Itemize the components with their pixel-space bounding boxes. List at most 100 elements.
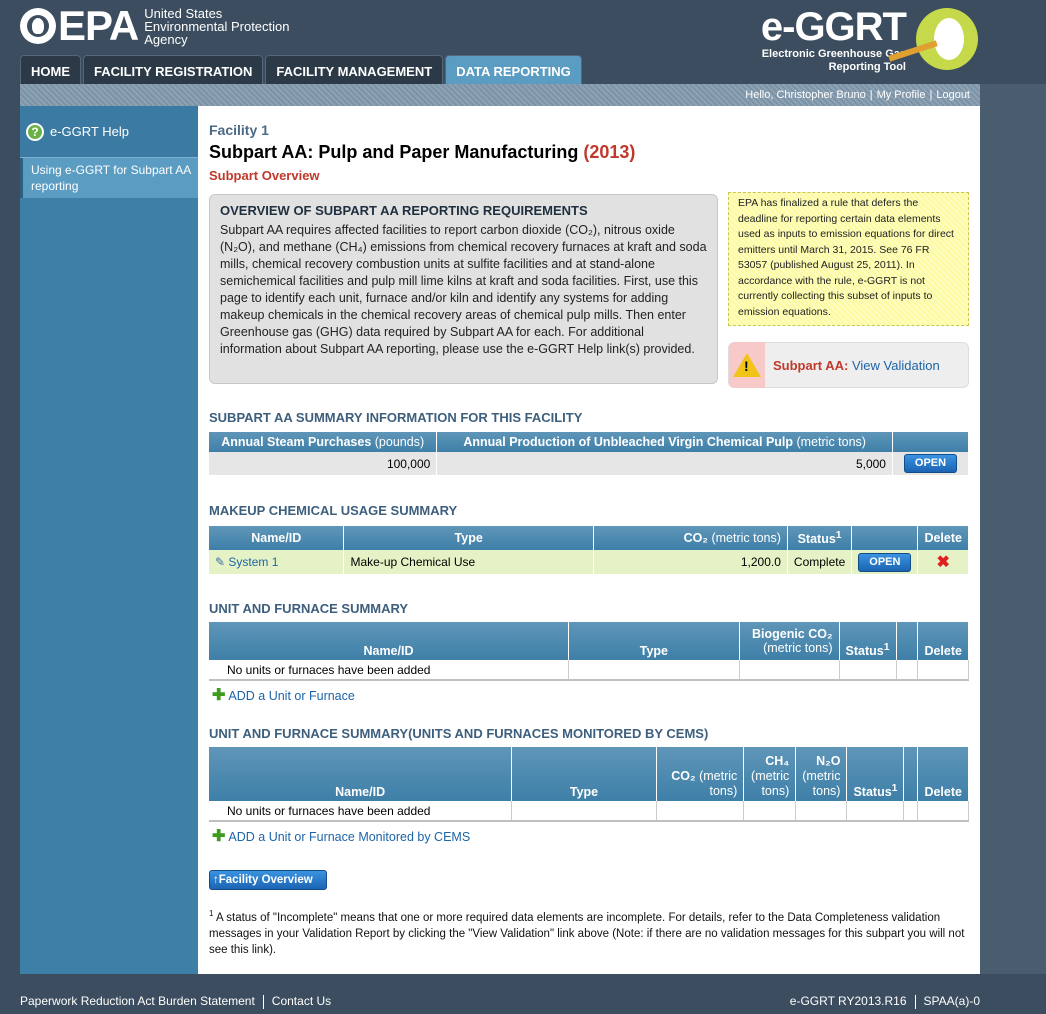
- col-ch4: CH₄ (metric tons): [743, 747, 797, 801]
- status-footnote: 1 A status of "Incomplete" means that on…: [209, 909, 965, 956]
- col-delete: Delete: [917, 526, 969, 550]
- status-cell: Complete: [787, 550, 853, 574]
- open-system-button[interactable]: OPEN: [858, 552, 912, 572]
- sidebar: ? e-GGRT Help Using e-GGRT for Subpart A…: [20, 106, 198, 974]
- logout-link[interactable]: Logout: [936, 89, 970, 101]
- view-validation-link[interactable]: View Validation: [852, 358, 940, 373]
- col-delete: Delete: [917, 622, 969, 660]
- makeup-table: Name/ID Type CO₂ (metric tons) Status1 D…: [209, 526, 969, 574]
- paperwork-link[interactable]: Paperwork Reduction Act Burden Statement: [20, 994, 255, 1008]
- version-label: e-GGRT RY2013.R16: [789, 994, 907, 1008]
- plus-icon: ✚: [212, 687, 226, 704]
- summary-heading: SUBPART AA SUMMARY INFORMATION FOR THIS …: [209, 410, 583, 425]
- user-bar: Hello, Christopher Bruno | My Profile | Logo…: [20, 84, 980, 106]
- units-heading: UNIT AND FURNACE SUMMARY: [209, 601, 409, 616]
- col-type: Type: [511, 747, 657, 801]
- main-content: Facility 1 Subpart AA: Pulp and Paper Ma…: [198, 106, 980, 974]
- sidebar-help[interactable]: ? e-GGRT Help: [20, 106, 198, 158]
- agency-line-1: United States: [144, 5, 223, 21]
- help-icon: ?: [26, 122, 44, 141]
- page-title: Subpart AA: Pulp and Paper Manufacturing…: [209, 142, 635, 163]
- subpart-overview-label: Subpart Overview: [209, 168, 320, 183]
- edit-icon[interactable]: ✎: [215, 555, 225, 569]
- table-row: 100,000 5,000 OPEN: [209, 452, 970, 475]
- epa-globe-icon: [20, 8, 56, 44]
- agency-line-2: Environmental Protection: [144, 18, 290, 34]
- delete-icon[interactable]: ✖: [937, 554, 950, 571]
- eggrt-subtitle-1: Electronic Greenhouse Gas: [761, 48, 906, 60]
- steam-value: 100,000: [209, 452, 438, 475]
- my-profile-link[interactable]: My Profile: [877, 89, 926, 101]
- col-name-id: Name/ID: [209, 747, 513, 801]
- empty-message: No units or furnaces have been added: [209, 801, 513, 822]
- eggrt-subtitle-2: Reporting Tool: [828, 61, 906, 73]
- col-pulp-production: Annual Production of Unbleached Virgin C…: [436, 432, 893, 452]
- system-name-link[interactable]: System 1: [228, 555, 278, 569]
- overview-heading: OVERVIEW OF SUBPART AA REPORTING REQUIRE…: [220, 203, 588, 218]
- facility-overview-button[interactable]: ↑Facility Overview: [209, 870, 327, 890]
- col-status: Status1: [846, 747, 905, 801]
- col-steam-purchases: Annual Steam Purchases (pounds): [209, 432, 438, 452]
- overview-box: OVERVIEW OF SUBPART AA REPORTING REQUIRE…: [209, 194, 718, 384]
- eggrt-logo: e-GGRT Electronic Greenhouse Gas Reporti…: [760, 5, 907, 74]
- col-delete: Delete: [917, 747, 969, 801]
- tab-home[interactable]: HOME: [20, 55, 81, 84]
- col-type: Type: [343, 526, 594, 550]
- col-type: Type: [568, 622, 740, 660]
- table-row: ✎ System 1 Make-up Chemical Use 1,200.0 …: [209, 550, 969, 574]
- col-name-id: Name/ID: [209, 526, 345, 550]
- col-biogenic-co2: Biogenic CO₂ (metric tons): [739, 622, 840, 660]
- add-cems-label: ADD a Unit or Furnace Monitored by CEMS: [228, 830, 471, 844]
- add-unit-link[interactable]: ✚ ADD a Unit or Furnace: [212, 687, 355, 704]
- facility-name: Facility 1: [209, 122, 269, 138]
- eggrt-title: e-GGRT: [760, 5, 907, 49]
- makeup-heading: MAKEUP CHEMICAL USAGE SUMMARY: [209, 503, 458, 518]
- page-footer: Paperwork Reduction Act Burden Statement…: [20, 994, 980, 1009]
- agency-name: United States Environmental Protection A…: [144, 7, 289, 46]
- egret-logo-icon: [916, 8, 978, 70]
- cems-heading: UNIT AND FURNACE SUMMARY(UNITS AND FURNA…: [209, 726, 709, 741]
- plus-icon: ✚: [212, 828, 226, 845]
- cems-table: Name/ID Type CO₂ (metric tons) CH₄ (metri…: [209, 747, 969, 822]
- sidebar-item-using-eggrt[interactable]: Using e-GGRT for Subpart AA reporting: [20, 158, 198, 198]
- pulp-value: 5,000: [436, 452, 893, 475]
- summary-table: Annual Steam Purchases (pounds) Annual P…: [209, 432, 970, 475]
- col-action: [892, 432, 970, 452]
- epa-wordmark: EPA: [58, 2, 139, 49]
- table-row: No units or furnaces have been added: [209, 660, 969, 681]
- reporting-year: (2013): [583, 142, 636, 162]
- tab-data-reporting[interactable]: DATA REPORTING: [445, 55, 582, 84]
- units-table: Name/ID Type Biogenic CO₂ (metric tons) S…: [209, 622, 969, 681]
- col-n2o: N₂O (metric tons): [795, 747, 848, 801]
- contact-us-link[interactable]: Contact Us: [272, 994, 331, 1008]
- tab-facility-management[interactable]: FACILITY MANAGEMENT: [265, 55, 444, 84]
- col-co2: CO₂ (metric tons): [656, 747, 745, 801]
- warning-icon: !: [729, 342, 765, 388]
- user-greeting: Hello, Christopher Bruno: [745, 89, 866, 101]
- sidebar-help-label: e-GGRT Help: [50, 124, 129, 139]
- site-header: EPA United States Environmental Protecti…: [0, 0, 1046, 84]
- agency-line-3: Agency: [144, 31, 188, 47]
- co2-cell: 1,200.0: [593, 550, 788, 574]
- deferral-notice: EPA has finalized a rule that defers the…: [728, 192, 969, 326]
- col-open: [896, 622, 919, 660]
- col-co2: CO₂ (metric tons): [593, 526, 788, 550]
- add-cems-unit-link[interactable]: ✚ ADD a Unit or Furnace Monitored by CEMS: [212, 828, 471, 845]
- right-gutter: [980, 84, 1046, 974]
- open-summary-button[interactable]: OPEN: [903, 454, 958, 473]
- col-name-id: Name/ID: [209, 622, 569, 660]
- validation-label: Subpart AA:: [773, 357, 849, 373]
- table-row: No units or furnaces have been added: [209, 801, 969, 822]
- main-nav: HOME FACILITY REGISTRATION FACILITY MANA…: [20, 55, 582, 84]
- empty-message: No units or furnaces have been added: [209, 660, 569, 681]
- name-cell: ✎ System 1: [209, 550, 345, 574]
- page-title-text: Subpart AA: Pulp and Paper Manufacturing: [209, 142, 579, 162]
- col-open: [903, 747, 919, 801]
- page-code: SPAA(a)-0: [923, 994, 980, 1008]
- col-open: [851, 526, 919, 550]
- epa-logo[interactable]: EPA United States Environmental Protecti…: [20, 2, 290, 49]
- overview-body: Subpart AA requires affected facilities …: [220, 223, 707, 356]
- add-unit-label: ADD a Unit or Furnace: [228, 689, 355, 703]
- tab-facility-registration[interactable]: FACILITY REGISTRATION: [83, 55, 264, 84]
- col-status: Status1: [839, 622, 897, 660]
